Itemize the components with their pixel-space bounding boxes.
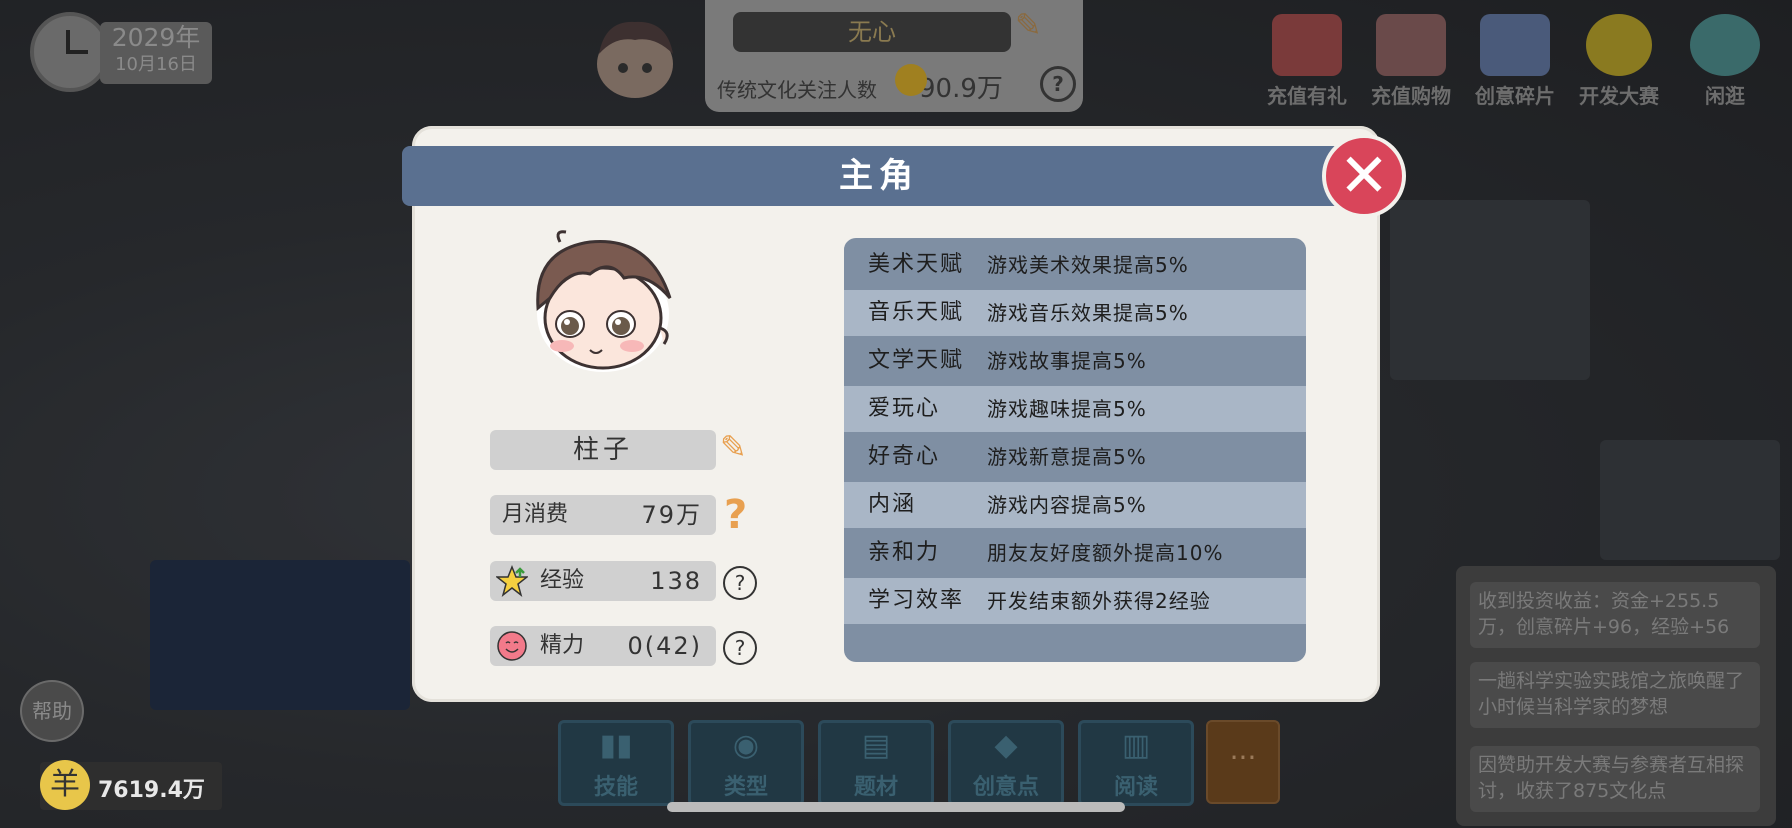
- top-icon-label: 充值购物: [1371, 84, 1451, 108]
- message-item: 收到投资收益：资金+255.5万，创意碎片+96，经验+56: [1470, 582, 1760, 648]
- toolbar-idea-button[interactable]: ◆ 创意点: [948, 720, 1064, 806]
- toolbar-type-button[interactable]: ◉ 类型: [688, 720, 804, 806]
- gift-box-icon: [1480, 14, 1550, 76]
- top-icon-recharge-gift[interactable]: 充值有礼: [1258, 14, 1356, 108]
- star-icon: [496, 565, 528, 597]
- trait-name: 美术天赋: [868, 252, 965, 277]
- trait-desc: 游戏美术效果提高5%: [987, 253, 1189, 277]
- toolbar-label: 技能: [593, 775, 638, 800]
- money-value: 7619.4万: [98, 778, 205, 803]
- top-icon-recharge-shop[interactable]: 充值购物: [1362, 14, 1460, 108]
- trait-desc: 游戏故事提高5%: [987, 349, 1147, 373]
- trait-desc: 朋友友好度额外提高10%: [987, 541, 1224, 565]
- money-coin-icon: 羊: [40, 760, 90, 810]
- hero-name-field[interactable]: 柱子: [490, 430, 716, 470]
- top-icon-label: 创意碎片: [1475, 84, 1555, 108]
- edit-name-icon[interactable]: ✎: [720, 428, 747, 466]
- top-icon-label: 闲逛: [1705, 84, 1745, 108]
- trait-desc: 游戏内容提高5%: [987, 493, 1147, 517]
- trait-name: 文学天赋: [868, 348, 965, 373]
- trait-row: 内涵 游戏内容提高5%: [844, 482, 1306, 528]
- trait-name: 音乐天赋: [868, 300, 965, 325]
- toolbar-read-button[interactable]: ▥ 阅读: [1078, 720, 1194, 806]
- toolbar-label: 类型: [723, 775, 768, 800]
- top-icon-creative-fragment[interactable]: 创意碎片: [1466, 14, 1564, 108]
- diamond-icon: ◆: [994, 728, 1018, 763]
- company-panel: 无心 ✎ 传统文化关注人数 90.9万 ?: [705, 0, 1083, 112]
- trait-list: 美术天赋 游戏美术效果提高5% 音乐天赋 游戏音乐效果提高5% 文学天赋 游戏故…: [844, 238, 1306, 662]
- stat-key: 月消费: [502, 502, 569, 527]
- trait-row: 好奇心 游戏新意提高5%: [844, 434, 1306, 480]
- gamepad-icon: ◉: [732, 728, 760, 763]
- top-avatar-icon[interactable]: [585, 10, 685, 102]
- trait-row: 亲和力 朋友友好度额外提高10%: [844, 530, 1306, 576]
- follow-value: 90.9万: [919, 74, 1003, 104]
- modal-title-bar: 主角: [402, 146, 1356, 206]
- toolbar-label: 阅读: [1113, 775, 1158, 800]
- follow-label: 传统文化关注人数: [717, 78, 877, 102]
- stat-value: 79万: [641, 501, 702, 529]
- message-log: 收到投资收益：资金+255.5万，创意碎片+96，经验+56 一趟科学实验实践馆…: [1456, 566, 1776, 826]
- top-icon-stroll[interactable]: 闲逛: [1680, 14, 1770, 108]
- trait-row: 学习效率 开发结束额外获得2经验: [844, 578, 1306, 624]
- hero-portrait: [536, 230, 672, 372]
- edit-name-icon[interactable]: ✎: [1015, 6, 1042, 44]
- stat-experience: 经验 138: [490, 561, 716, 601]
- stat-energy: 精力 0(42): [490, 626, 716, 666]
- trait-name: 亲和力: [868, 540, 941, 565]
- trait-desc: 游戏新意提高5%: [987, 445, 1147, 469]
- trait-name: 内涵: [868, 492, 917, 517]
- message-item: 一趟科学实验实践馆之旅唤醒了小时候当科学家的梦想: [1470, 662, 1760, 728]
- top-icon-label: 充值有礼: [1267, 84, 1347, 108]
- stat-value: 0(42): [627, 632, 702, 660]
- help-question-icon[interactable]: ?: [1040, 66, 1076, 102]
- stat-key: 经验: [540, 568, 585, 593]
- shop-icon: [1376, 14, 1446, 76]
- modal-title: 主角: [839, 156, 919, 196]
- trait-desc: 游戏音乐效果提高5%: [987, 301, 1189, 325]
- book-icon: ▮▮: [599, 728, 633, 763]
- clock-icon: [30, 12, 110, 92]
- toolbar-label: 题材: [853, 775, 898, 800]
- park-bench-icon: [1690, 14, 1760, 76]
- date-display: 2029年 10月16日: [100, 22, 212, 84]
- stat-monthly-spending: 月消费 79万: [490, 495, 716, 535]
- close-icon: ✕: [1338, 141, 1390, 211]
- date-day: 10月16日: [115, 54, 197, 75]
- home-indicator[interactable]: [667, 802, 1125, 812]
- top-icon-label: 开发大赛: [1579, 84, 1659, 108]
- stat-key: 精力: [540, 633, 585, 658]
- toolbar-label: 创意点: [972, 775, 1039, 800]
- toolbar-theme-button[interactable]: ▤ 题材: [818, 720, 934, 806]
- energy-question-icon[interactable]: ?: [723, 631, 757, 665]
- follow-row: 传统文化关注人数 90.9万: [717, 68, 1003, 105]
- gift-icon: [1272, 14, 1342, 76]
- message-item: 因赞助开发大赛与参赛者互相探讨，收获了875文化点: [1470, 746, 1760, 812]
- trait-row: 音乐天赋 游戏音乐效果提高5%: [844, 290, 1306, 336]
- stat-value: 138: [650, 567, 702, 595]
- toolbar-more-button[interactable]: ···: [1206, 720, 1280, 804]
- trait-name: 学习效率: [868, 588, 965, 613]
- help-button[interactable]: 帮助: [20, 680, 84, 742]
- trait-row: 爱玩心 游戏趣味提高5%: [844, 386, 1306, 432]
- top-icon-dev-contest[interactable]: 开发大赛: [1570, 14, 1668, 108]
- money-display: 羊 7619.4万: [40, 760, 222, 810]
- trait-row: 文学天赋 游戏故事提高5%: [844, 338, 1306, 384]
- close-button[interactable]: ✕: [1322, 134, 1406, 218]
- toolbar-skill-button[interactable]: ▮▮ 技能: [558, 720, 674, 806]
- trait-row: 美术天赋 游戏美术效果提高5%: [844, 242, 1306, 288]
- date-year: 2029年: [111, 23, 201, 52]
- code-coin-icon: [1586, 14, 1652, 76]
- trait-name: 爱玩心: [868, 396, 941, 421]
- notebook-icon: ▤: [861, 728, 891, 763]
- spending-question-icon[interactable]: ?: [724, 492, 747, 538]
- smile-face-icon: [497, 631, 527, 661]
- trait-desc: 开发结束额外获得2经验: [987, 589, 1211, 613]
- trait-name: 好奇心: [868, 444, 941, 469]
- company-name[interactable]: 无心: [733, 12, 1011, 52]
- smile-icon: [895, 64, 927, 96]
- open-book-icon: ▥: [1121, 728, 1151, 763]
- trait-desc: 游戏趣味提高5%: [987, 397, 1147, 421]
- experience-question-icon[interactable]: ?: [723, 566, 757, 600]
